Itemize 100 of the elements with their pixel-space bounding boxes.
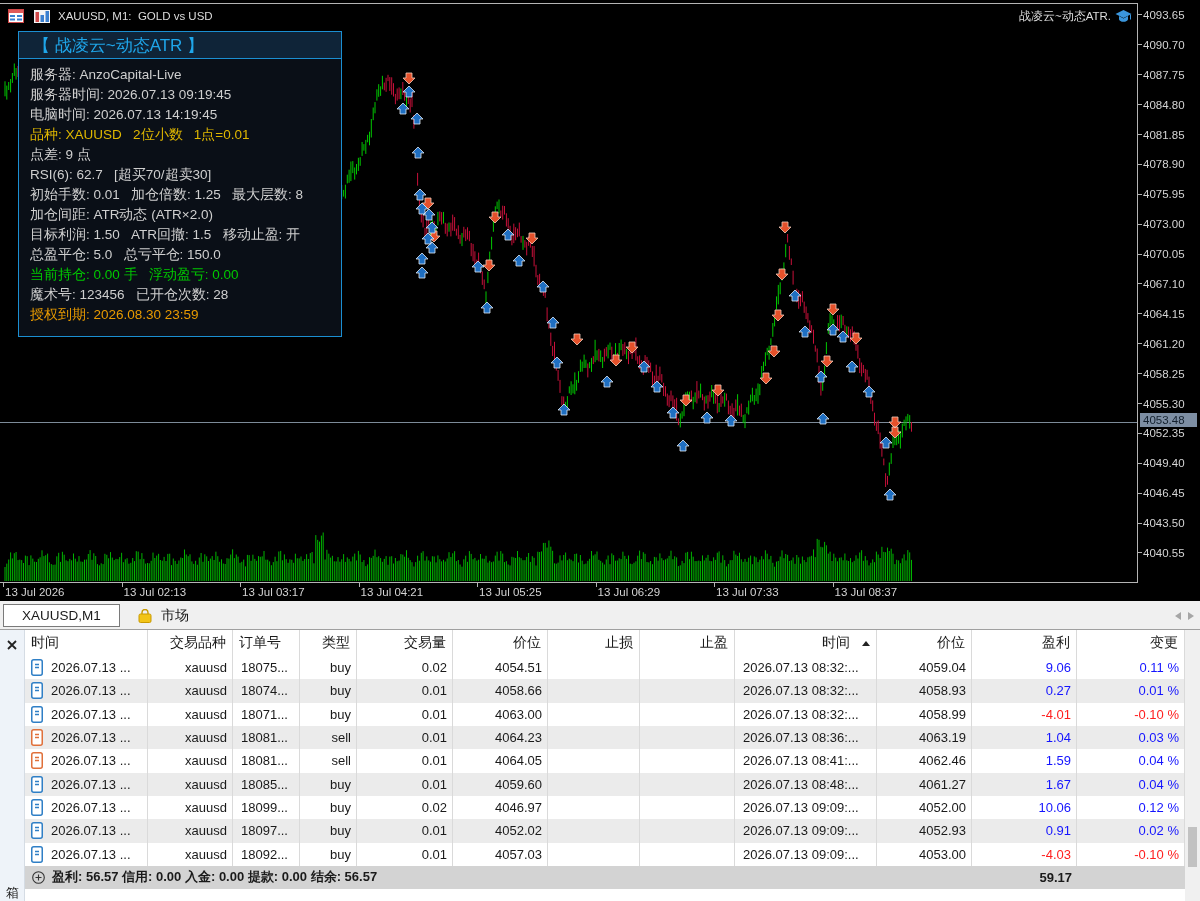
- table-cell: 2026.07.13 09:09:...: [735, 842, 877, 866]
- summary-text: 盈利: 56.57 信用: 0.00 入金: 0.00 提款: 0.00 结余: 56.57: [52, 868, 378, 887]
- table-cell: -4.01: [972, 702, 1077, 726]
- toolbox-label: 箱: [5, 885, 19, 900]
- table-cell: buy: [300, 842, 357, 866]
- column-header[interactable]: 交易量: [357, 630, 453, 656]
- column-header[interactable]: 价位: [877, 630, 972, 656]
- table-cell: xauusd: [148, 726, 233, 750]
- time-label: 13 Jul 05:25: [478, 585, 542, 600]
- column-header[interactable]: 价位: [453, 630, 548, 656]
- table-cell: 18074...: [233, 679, 300, 703]
- table-cell: 0.01: [357, 842, 453, 866]
- table-grid-icon: [8, 9, 24, 23]
- table-cell: 4062.46: [877, 749, 972, 773]
- price-label: 4078.90: [1143, 158, 1185, 171]
- table-cell: 18092...: [233, 842, 300, 866]
- price-label: 4058.25: [1143, 367, 1185, 380]
- plus-circle-icon[interactable]: [32, 870, 45, 884]
- table-cell: 4053.00: [877, 842, 972, 866]
- sort-arrow-icon: [862, 640, 870, 646]
- table-cell: 2026.07.13 08:32:...: [735, 679, 877, 703]
- table-cell: 18097...: [233, 819, 300, 843]
- info-line: 点差: 9 点: [30, 146, 92, 164]
- open-time-text: 2026.07.13 ...: [51, 776, 131, 792]
- table-cell: sell: [300, 749, 357, 773]
- table-cell: 2026.07.13 08:36:...: [735, 726, 877, 750]
- time-label: 13 Jul 07:33: [715, 585, 779, 600]
- table-cell: 4052.93: [877, 819, 972, 843]
- table-cell: 0.01: [357, 702, 453, 726]
- column-header[interactable]: 盈利: [972, 630, 1077, 656]
- table-cell: 4063.00: [453, 702, 548, 726]
- column-header[interactable]: 止损: [548, 630, 640, 656]
- table-cell: 0.91: [972, 819, 1077, 843]
- info-line: 当前持仓: 0.00 手 浮动盈亏: 0.00: [30, 266, 240, 284]
- table-cell: 4059.60: [453, 772, 548, 796]
- table-cell: 4064.23: [453, 726, 548, 750]
- table-cell: 4064.05: [453, 749, 548, 773]
- table-cell: buy: [300, 772, 357, 796]
- column-header[interactable]: 止盈: [640, 630, 735, 656]
- time-label: 13 Jul 03:17: [241, 585, 305, 600]
- price-label: 4087.75: [1143, 68, 1185, 81]
- column-header[interactable]: 交易品种: [148, 630, 233, 656]
- open-time-text: 2026.07.13 ...: [51, 730, 131, 746]
- open-time-text: 2026.07.13 ...: [51, 683, 131, 699]
- info-line: 服务器: AnzoCapital-Live: [30, 66, 183, 84]
- chart-tab[interactable]: 市场: [133, 604, 193, 627]
- scrollbar[interactable]: [1185, 630, 1200, 901]
- info-line: 品种: XAUUSD 2位小数 1点=0.01: [30, 126, 251, 144]
- document-icon: [31, 705, 43, 723]
- info-line: 初始手数: 0.01 加仓倍数: 1.25 最大层数: 8: [30, 186, 305, 204]
- chart-tab[interactable]: XAUUSD,M1: [3, 604, 120, 627]
- close-icon[interactable]: [7, 640, 17, 650]
- open-time-text: 2026.07.13 ...: [51, 823, 131, 839]
- time-label: 13 Jul 06:29: [596, 585, 661, 600]
- document-icon: [31, 845, 43, 863]
- table-cell: xauusd: [148, 749, 233, 773]
- table-cell: buy: [300, 679, 357, 703]
- table-cell: 2026.07.13 09:09:...: [735, 819, 877, 843]
- table-cell: 18085...: [233, 772, 300, 796]
- column-header[interactable]: 订单号: [233, 630, 300, 656]
- table-cell: 4057.03: [453, 842, 548, 866]
- info-line: 服务器时间: 2026.07.13 09:19:45: [30, 86, 233, 104]
- table-cell: 4058.66: [453, 679, 548, 703]
- table-cell: 4058.93: [877, 679, 972, 703]
- column-header[interactable]: 时间: [735, 630, 877, 656]
- price-label: 4040.55: [1143, 546, 1185, 559]
- open-time-text: 2026.07.13 ...: [51, 753, 131, 769]
- column-header[interactable]: 时间: [25, 630, 148, 656]
- price-label: 4064.15: [1143, 307, 1185, 320]
- time-label: 13 Jul 02:13: [122, 585, 187, 600]
- column-header[interactable]: 类型: [300, 630, 357, 656]
- table-cell: -4.03: [972, 842, 1077, 866]
- document-icon: [31, 799, 43, 817]
- table-cell: buy: [300, 702, 357, 726]
- table-cell: 1.67: [972, 772, 1077, 796]
- scrollbar-thumb[interactable]: [1188, 827, 1197, 867]
- info-line: 加仓间距: ATR动态 (ATR×2.0): [30, 206, 214, 224]
- time-label: 13 Jul 2026: [4, 585, 65, 600]
- table-cell: 4052.02: [453, 819, 548, 843]
- info-line: 魔术号: 123456 已开仓次数: 28: [30, 286, 230, 304]
- open-time-text: 2026.07.13 ...: [51, 660, 131, 676]
- table-cell: 0.01: [357, 726, 453, 750]
- price-label: 4090.70: [1143, 38, 1185, 51]
- info-line: RSI(6): 62.7 [超买70/超卖30]: [30, 166, 213, 184]
- document-icon: [31, 752, 43, 770]
- table-cell: sell: [300, 726, 357, 750]
- info-line: 授权到期: 2026.08.30 23:59: [30, 306, 200, 324]
- price-label: 4081.85: [1143, 128, 1185, 141]
- document-icon: [31, 682, 43, 700]
- table-cell: 1.59: [972, 749, 1077, 773]
- price-label: 4061.20: [1143, 337, 1185, 350]
- table-cell: 2026.07.13 08:48:...: [735, 772, 877, 796]
- table-cell: xauusd: [148, 679, 233, 703]
- price-label: 4043.50: [1143, 517, 1185, 530]
- info-line: 总盈平仓: 5.0 总亏平仓: 150.0: [30, 246, 222, 264]
- scroll-right-icon[interactable]: [1188, 611, 1194, 620]
- table-cell: buy: [300, 819, 357, 843]
- price-label: 4046.45: [1143, 487, 1185, 500]
- document-icon: [31, 775, 43, 793]
- scroll-left-icon[interactable]: [1175, 611, 1181, 620]
